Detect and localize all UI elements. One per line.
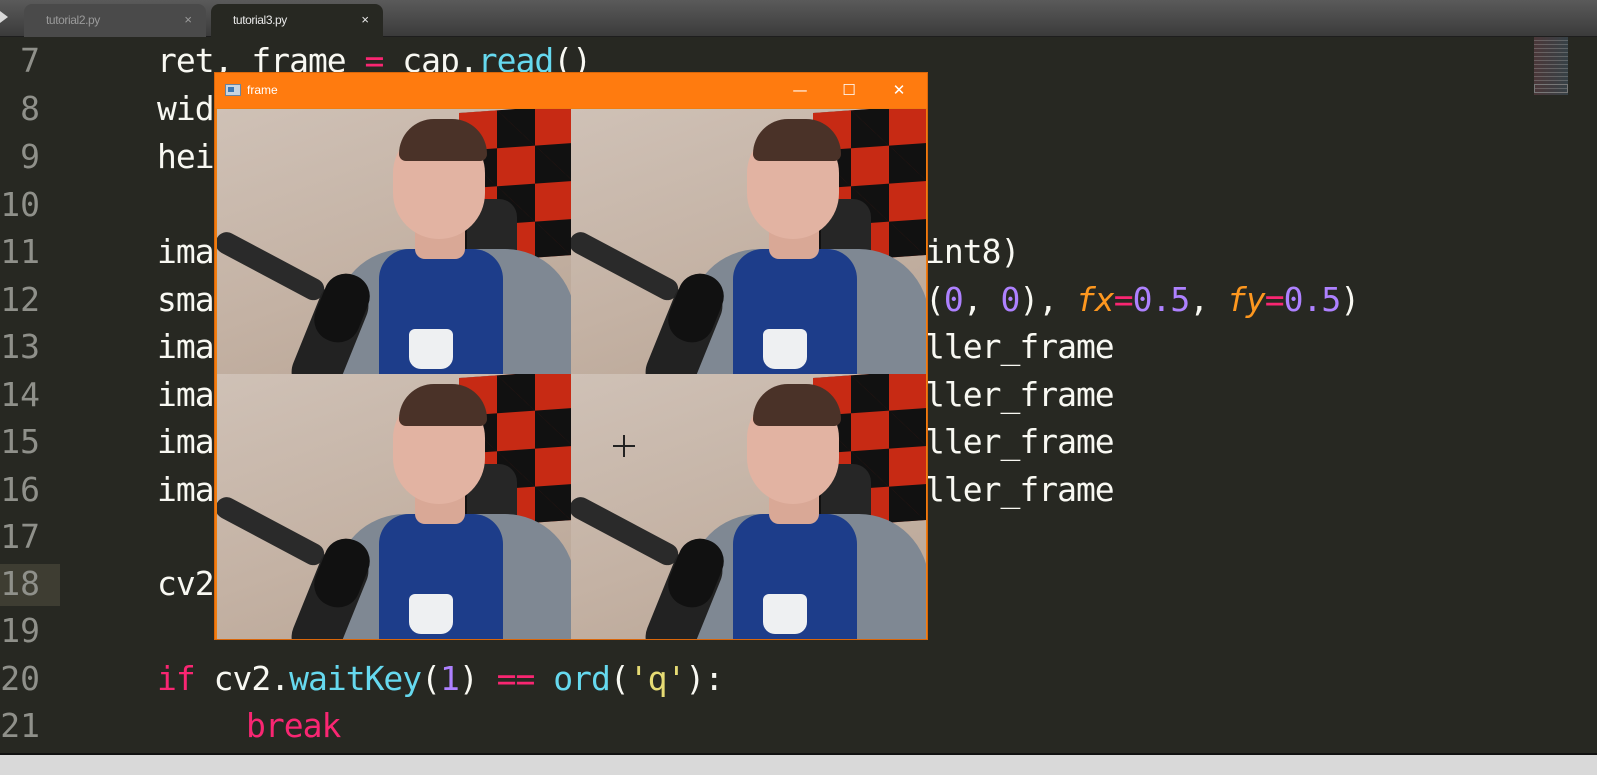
tab-label: tutorial3.py [233, 13, 287, 27]
code-text: wid [157, 89, 215, 128]
line-number: 8 [20, 89, 40, 128]
line-number: 21 [0, 706, 40, 745]
webcam-frame-tile [217, 109, 571, 374]
frame-mug [409, 594, 453, 634]
code-text: cv2 [157, 564, 215, 603]
code-text: ima [157, 375, 215, 414]
code-text: ller_frame [925, 422, 1115, 461]
frame-mug [409, 329, 453, 369]
line-number: 14 [0, 375, 40, 414]
status-bar [0, 753, 1597, 775]
tab-bar: tutorial2.py × tutorial3.py × [0, 0, 1597, 37]
webcam-frame-tile [571, 109, 926, 374]
code-text: int8) [925, 232, 1020, 271]
line-number: 7 [20, 41, 40, 80]
code-text: ima [157, 470, 215, 509]
tab-tutorial2[interactable]: tutorial2.py × [24, 4, 206, 37]
line-number: 17 [0, 517, 40, 556]
code-text: sma [157, 280, 215, 319]
line-number: 18 [0, 564, 40, 603]
frame-mug [763, 329, 807, 369]
tab-tutorial3[interactable]: tutorial3.py × [211, 4, 383, 37]
code-line[interactable]: 21 break [0, 702, 1597, 750]
minimize-icon[interactable]: — [780, 77, 820, 103]
code-text: ima [157, 422, 215, 461]
line-number: 11 [0, 232, 40, 271]
code-text: (0, 0), fx=0.5, fy=0.5) [925, 280, 1360, 319]
window-title: frame [247, 83, 278, 97]
close-icon[interactable]: × [361, 4, 369, 36]
close-icon[interactable]: ✕ [879, 77, 919, 103]
code-text: if cv2.waitKey(1) == ord('q'): [157, 659, 724, 698]
maximize-icon[interactable]: ☐ [829, 77, 869, 103]
window-titlebar[interactable]: frame — ☐ ✕ [215, 73, 927, 108]
line-number: 12 [0, 280, 40, 319]
line-number: 9 [20, 137, 40, 176]
line-number: 15 [0, 422, 40, 461]
app-icon [225, 84, 241, 96]
line-number: 20 [0, 659, 40, 698]
video-frame-grid[interactable] [217, 109, 926, 639]
line-number: 10 [0, 185, 40, 224]
code-text: ima [157, 232, 215, 271]
crosshair-cursor-icon [613, 435, 635, 457]
code-text: hei [157, 137, 215, 176]
line-number: 16 [0, 470, 40, 509]
webcam-frame-tile [217, 374, 571, 639]
frame-mug [763, 594, 807, 634]
opencv-window[interactable]: frame — ☐ ✕ [214, 72, 928, 640]
close-icon[interactable]: × [184, 4, 192, 36]
code-text: ima [157, 327, 215, 366]
code-text: ller_frame [925, 375, 1115, 414]
tab-label: tutorial2.py [46, 13, 100, 27]
code-line[interactable]: 20 if cv2.waitKey(1) == ord('q'): [0, 655, 1597, 703]
code-text: break [246, 706, 341, 745]
code-text: ller_frame [925, 470, 1115, 509]
webcam-frame-tile [571, 374, 926, 639]
play-icon[interactable] [0, 11, 8, 23]
line-number: 19 [0, 611, 40, 650]
line-number: 13 [0, 327, 40, 366]
code-text: ller_frame [925, 327, 1115, 366]
